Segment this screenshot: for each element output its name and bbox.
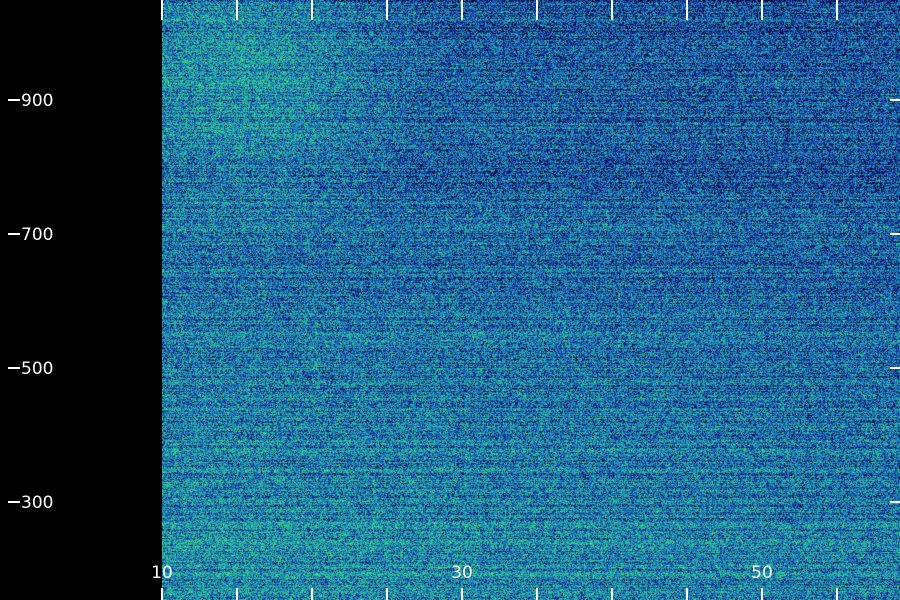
y-tick-label: 900 [21, 91, 53, 111]
heatmap-image [162, 0, 900, 600]
y-tick-label: 300 [21, 493, 53, 513]
y-tick-label: 700 [21, 225, 53, 245]
y-tick-label: 500 [21, 359, 53, 379]
plot-frame: 10 30 50 300 500 700 900 [0, 0, 900, 600]
